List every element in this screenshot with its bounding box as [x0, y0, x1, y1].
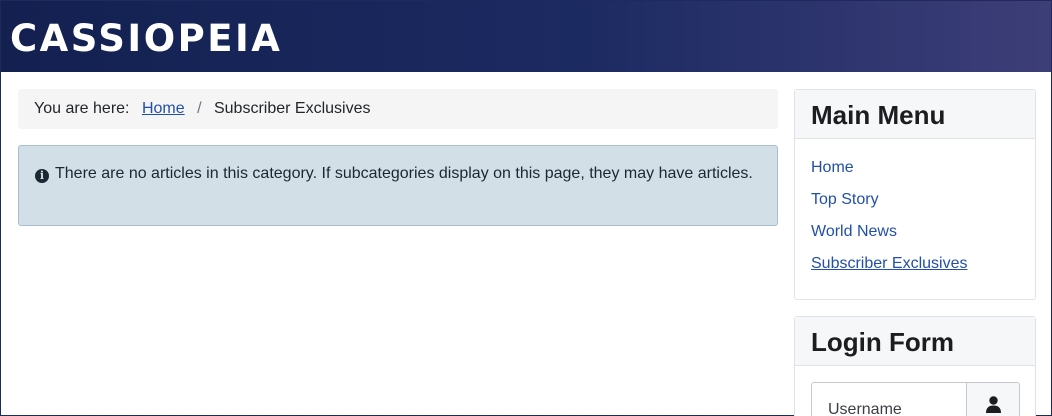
username-addon: [966, 382, 1020, 416]
menu-item-top-story: Top Story: [811, 184, 1035, 216]
alert-message: There are no articles in this category. …: [55, 165, 753, 182]
breadcrumb-current: Subscriber Exclusives: [213, 100, 371, 117]
site-brand-logo[interactable]: CASSIOPEIA: [10, 15, 282, 63]
login-form-title: Login Form: [795, 317, 1035, 366]
site-header: CASSIOPEIA: [1, 1, 1051, 72]
username-input[interactable]: [811, 382, 967, 416]
menu-link-top-story[interactable]: Top Story: [811, 191, 879, 208]
menu-link-home[interactable]: Home: [811, 159, 854, 176]
info-circle-icon: i: [35, 169, 49, 183]
info-alert: i There are no articles in this category.…: [18, 145, 778, 226]
menu-link-world-news[interactable]: World News: [811, 223, 897, 240]
main-menu-list: Home Top Story World News Subscriber Exc…: [795, 139, 1035, 280]
menu-item-subscriber-exclusives: Subscriber Exclusives: [811, 248, 1035, 280]
menu-link-subscriber-exclusives[interactable]: Subscriber Exclusives: [811, 255, 968, 272]
user-icon: [986, 396, 1001, 413]
main-menu-title: Main Menu: [795, 90, 1035, 139]
breadcrumb-prefix: You are here:: [34, 100, 130, 117]
username-group: [811, 382, 1021, 416]
login-form-module: Login Form: [794, 316, 1036, 416]
breadcrumb-separator: /: [197, 100, 202, 117]
main-menu-module: Main Menu Home Top Story World News Subs…: [794, 89, 1036, 300]
menu-item-home: Home: [811, 152, 1035, 184]
breadcrumb: You are here: Home / Subscriber Exclusiv…: [18, 89, 778, 129]
menu-item-world-news: World News: [811, 216, 1035, 248]
breadcrumb-home-link[interactable]: Home: [142, 100, 185, 117]
